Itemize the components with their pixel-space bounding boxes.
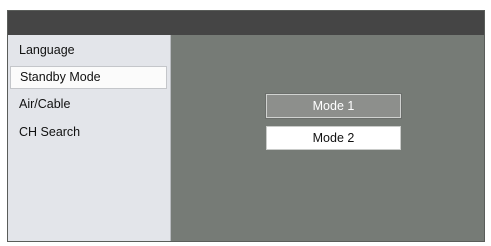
sidebar-item-standby-mode[interactable]: Standby Mode — [10, 66, 167, 89]
mode-1-button[interactable]: Mode 1 — [266, 94, 401, 118]
sidebar-item-language[interactable]: Language — [10, 39, 167, 62]
sidebar-item-air-cable[interactable]: Air/Cable — [10, 93, 167, 116]
settings-sidebar: Language Standby Mode Air/Cable CH Searc… — [8, 35, 171, 241]
mode-2-button[interactable]: Mode 2 — [266, 126, 401, 150]
tv-settings-screen: Language Standby Mode Air/Cable CH Searc… — [7, 10, 485, 242]
sidebar-item-ch-search[interactable]: CH Search — [10, 121, 167, 144]
top-bar — [8, 11, 484, 35]
